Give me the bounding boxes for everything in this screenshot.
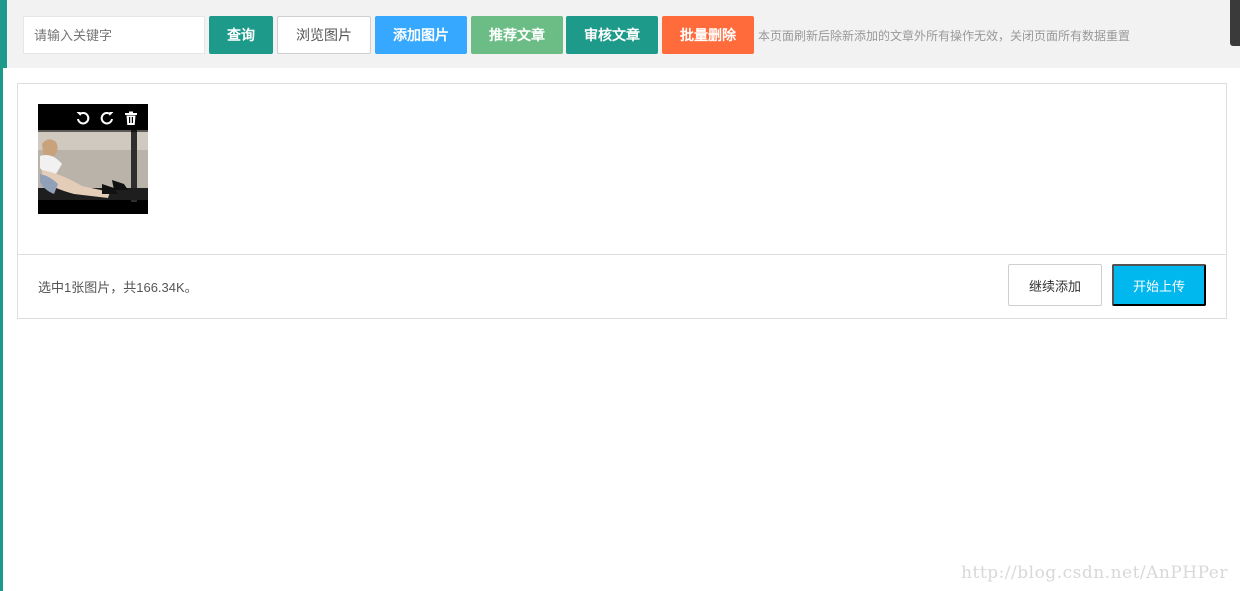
upload-status-bar: 选中1张图片，共166.34K。 继续添加 开始上传 (18, 254, 1226, 318)
scrollbar-thumb[interactable] (1230, 0, 1240, 46)
image-thumbnail[interactable] (38, 104, 148, 214)
review-article-button[interactable]: 审核文章 (566, 16, 658, 54)
selection-summary: 选中1张图片，共166.34K。 (38, 280, 198, 295)
query-button[interactable]: 查询 (209, 16, 273, 54)
continue-adding-button[interactable]: 继续添加 (1008, 264, 1102, 306)
add-image-button[interactable]: 添加图片 (375, 16, 467, 54)
search-input[interactable] (23, 16, 205, 54)
toolbar-note: 本页面刷新后除新添加的文章外所有操作无效，关闭页面所有数据重置 (758, 29, 1131, 43)
start-upload-button[interactable]: 开始上传 (1112, 264, 1206, 306)
watermark: http://blog.csdn.net/AnPHPer (961, 563, 1228, 583)
browse-images-button[interactable]: 浏览图片 (277, 16, 371, 54)
thumbnail-area (18, 84, 1226, 255)
trash-icon[interactable] (122, 109, 140, 127)
thumbnail-toolbar (38, 104, 148, 132)
toolbar: 查询 浏览图片 添加图片 推荐文章 审核文章 批量删除 本页面刷新后除新添加的文… (3, 0, 1240, 68)
left-accent-bar (0, 0, 3, 591)
batch-delete-button[interactable]: 批量删除 (662, 16, 754, 54)
uploader-panel: 选中1张图片，共166.34K。 继续添加 开始上传 (17, 83, 1227, 319)
recommend-article-button[interactable]: 推荐文章 (471, 16, 563, 54)
rotate-left-icon[interactable] (74, 109, 92, 127)
rotate-right-icon[interactable] (98, 109, 116, 127)
